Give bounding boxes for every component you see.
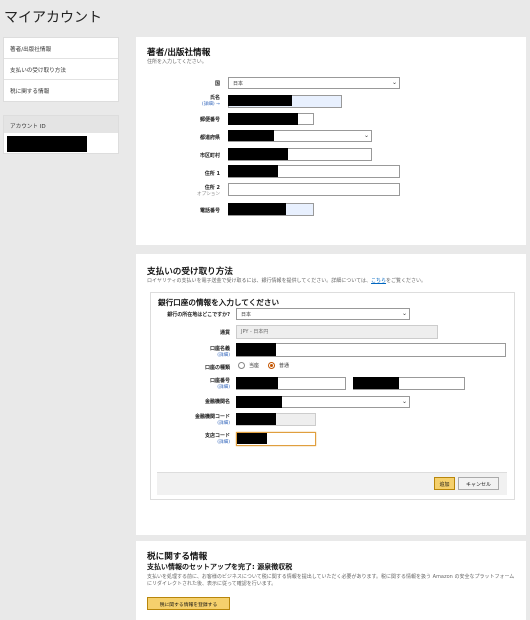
bank-location-label: 銀行の所在地はどこですか? [167, 312, 230, 318]
account-number-confirm-redacted [353, 377, 399, 389]
sidebar-item-payment[interactable]: 支払いの受け取り方法 [4, 59, 118, 80]
country-label: 国 [214, 81, 220, 87]
branch-code-label: 支店コード [204, 433, 230, 439]
bank-code-label: 金融機関コード [194, 414, 230, 420]
account-id-redacted [7, 136, 87, 152]
register-tax-info-button[interactable]: 税に関する情報を登録する [147, 597, 230, 610]
country-select[interactable]: 日本 ⌄ [228, 77, 400, 89]
account-holder-field[interactable] [236, 343, 506, 357]
name-redacted [228, 95, 292, 106]
city-label: 市区町村 [199, 153, 220, 159]
payment-description-text: ロイヤリティの支払いを電子送金で受け取るには、銀行情報を提供してください。詳細に… [147, 278, 372, 284]
payment-heading: 支払いの受け取り方法 [147, 267, 233, 277]
tax-description: 支払いを処理する前に、お客様のビジネスについて税に関する情報を提出していただく必… [147, 574, 515, 587]
currency-value: JPY - 日本円 [241, 329, 269, 335]
account-type-savings-label: 普通 [279, 363, 290, 369]
bank-location-value: 日本 [241, 312, 252, 318]
payment-details-link[interactable]: こちら [371, 278, 386, 284]
author-publisher-heading: 著者/出版社情報 [147, 48, 211, 58]
tax-heading: 税に関する情報 [147, 552, 208, 562]
phone-redacted [228, 203, 286, 215]
sidebar-item-author-publisher[interactable]: 著者/出版社情報 [4, 38, 118, 59]
account-type-label: 口座の種類 [204, 365, 230, 371]
account-type-checking-radio[interactable] [238, 362, 245, 369]
postal-code-label: 郵便番号 [199, 117, 220, 123]
tax-status: 支払い情報のセットアップを完了: 源泉徴収税 [147, 563, 293, 571]
chevron-down-icon: ⌄ [401, 398, 407, 405]
account-type-checking-label: 当座 [249, 363, 260, 369]
account-holder-label: 口座名義 [209, 346, 230, 352]
account-type-savings-radio[interactable] [268, 362, 275, 369]
page-title: マイアカウント [4, 10, 102, 26]
bank-name-label: 金融機関名 [204, 399, 230, 405]
account-number-redacted [236, 377, 278, 389]
currency-field: JPY - 日本円 [236, 325, 438, 339]
address2-label: 住所 2 [204, 185, 220, 191]
city-redacted [228, 148, 288, 160]
phone-label: 電話番号 [199, 208, 220, 214]
chevron-down-icon: ⌄ [401, 310, 407, 317]
bank-location-select[interactable]: 日本 ⌄ [236, 308, 410, 320]
bank-name-redacted [236, 396, 282, 408]
author-publisher-subtitle: 住所を入力してください。 [147, 59, 207, 65]
account-holder-detail-link[interactable]: (詳細) [162, 352, 230, 358]
payment-description: ロイヤリティの支払いを電子送金で受け取るには、銀行情報を提供してください。詳細に… [147, 277, 426, 284]
cancel-button[interactable]: キャンセル [458, 477, 499, 490]
chevron-down-icon: ⌄ [363, 132, 369, 139]
address1-redacted [228, 165, 278, 177]
payment-description-tail: をご覧ください。 [386, 278, 427, 284]
bank-code-detail-link[interactable]: (詳細) [162, 420, 230, 426]
prefecture-label: 都道府県 [199, 135, 220, 141]
name-detail-link[interactable]: (詳細) → [152, 101, 220, 107]
sidebar-nav: 著者/出版社情報 支払いの受け取り方法 税に関する情報 [3, 37, 119, 102]
bank-code-redacted [236, 413, 276, 425]
account-id-label: アカウント ID [4, 116, 118, 133]
country-value: 日本 [233, 81, 244, 87]
sidebar-item-tax[interactable]: 税に関する情報 [4, 80, 118, 101]
name-label: 氏名 [209, 95, 220, 101]
address1-label: 住所 1 [204, 171, 220, 177]
bank-info-heading: 銀行口座の情報を入力してください [158, 298, 280, 307]
currency-label: 通貨 [219, 330, 230, 336]
account-holder-redacted [236, 343, 276, 356]
add-button[interactable]: 追加 [434, 477, 455, 490]
prefecture-redacted [228, 130, 274, 141]
address2-field[interactable] [228, 183, 400, 196]
branch-code-redacted [237, 433, 267, 444]
address2-optional: オプション [197, 192, 220, 197]
account-number-label: 口座番号 [209, 378, 230, 384]
chevron-down-icon: ⌄ [391, 79, 397, 86]
branch-code-detail-link[interactable]: (詳細) [162, 439, 230, 445]
postal-code-redacted [228, 113, 298, 125]
account-number-detail-link[interactable]: (詳細) [162, 384, 230, 390]
account-id-card: アカウント ID [3, 115, 119, 154]
